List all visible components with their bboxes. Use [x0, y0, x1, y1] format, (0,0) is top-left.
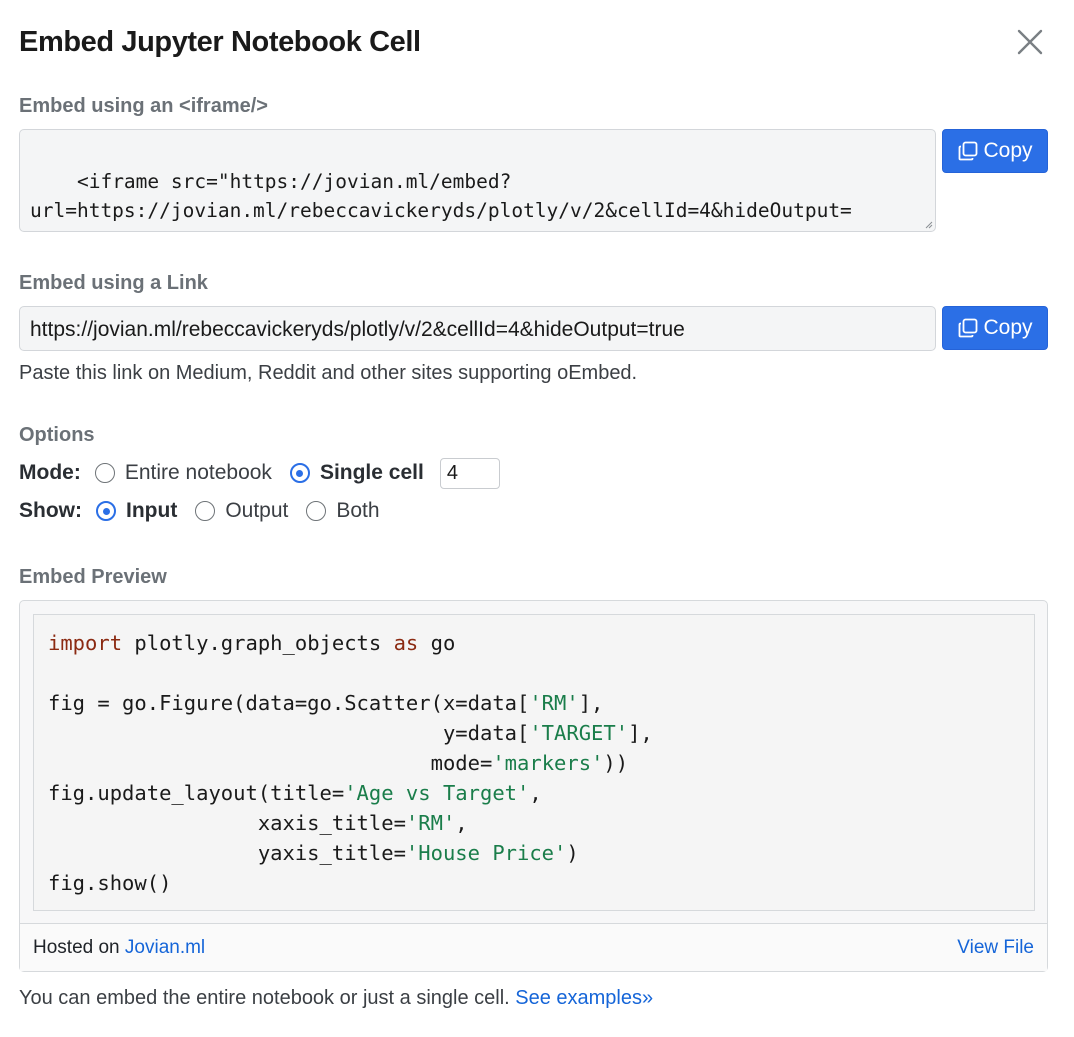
code-line: fig = go.Figure(data=go.Scatter(x=data['… — [48, 688, 1020, 718]
dialog-title: Embed Jupyter Notebook Cell — [19, 26, 421, 58]
copy-link-button[interactable]: Copy — [942, 306, 1048, 350]
code-keyword: as — [393, 631, 419, 655]
resize-grip-icon[interactable] — [923, 219, 933, 229]
code-string: 'Age vs Target' — [344, 781, 530, 805]
iframe-section-label: Embed using an <iframe/> — [19, 95, 268, 117]
show-row: Show: Input Output Both — [19, 496, 398, 526]
embed-dialog: Embed Jupyter Notebook Cell Embed using … — [0, 0, 1074, 1037]
code-text: plotly.graph_objects — [122, 631, 394, 655]
code-string: 'markers' — [492, 751, 604, 775]
link-help-text: Paste this link on Medium, Reddit and ot… — [19, 362, 638, 384]
code-line: mode='markers')) — [48, 748, 1020, 778]
cell-id-input[interactable] — [439, 457, 500, 489]
copy-link-label: Copy — [983, 316, 1033, 339]
code-text: )) — [603, 751, 629, 775]
iframe-code-textarea[interactable]: <iframe src="https://jovian.ml/embed? ur… — [19, 129, 936, 232]
preview-label: Embed Preview — [19, 566, 167, 588]
code-text: xaxis_title= — [48, 811, 406, 835]
show-label: Show: — [19, 499, 82, 522]
mode-entire-notebook-label[interactable]: Entire notebook — [125, 461, 272, 485]
embed-preview: import plotly.graph_objects as go fig = g… — [19, 600, 1048, 972]
code-text: , — [455, 811, 468, 835]
show-input-label[interactable]: Input — [126, 499, 177, 523]
code-text: fig.show() — [48, 871, 172, 895]
code-line: import plotly.graph_objects as go — [48, 628, 1020, 658]
copy-iframe-button[interactable]: Copy — [942, 129, 1048, 173]
code-keyword: import — [48, 631, 123, 655]
iframe-code-text: <iframe src="https://jovian.ml/embed? ur… — [30, 169, 852, 232]
mode-label: Mode: — [19, 461, 81, 484]
copy-icon — [959, 318, 978, 338]
code-string: 'RM' — [405, 811, 456, 835]
mode-row: Mode: Entire notebook Single cell — [19, 457, 500, 489]
show-both-label[interactable]: Both — [336, 499, 379, 523]
show-input-radio[interactable] — [96, 501, 116, 521]
close-button[interactable] — [1012, 24, 1048, 60]
code-text: fig.update_layout(title= — [48, 781, 345, 805]
code-line: y=data['TARGET'], — [48, 718, 1020, 748]
code-text: ) — [566, 841, 579, 865]
code-line: fig.update_layout(title='Age vs Target', — [48, 778, 1020, 808]
see-examples-link[interactable]: See examples» — [515, 987, 653, 1009]
code-text: ], — [578, 691, 604, 715]
show-output-label[interactable]: Output — [225, 499, 288, 523]
code-line: xaxis_title='RM', — [48, 808, 1020, 838]
copy-iframe-label: Copy — [983, 139, 1033, 162]
code-text: ], — [628, 721, 653, 745]
code-string: 'TARGET' — [529, 721, 629, 745]
preview-footer: Hosted on Jovian.ml View File — [20, 923, 1047, 971]
show-both-radio[interactable] — [306, 501, 327, 521]
code-string: 'House Price' — [405, 841, 567, 865]
hosted-on-text: Hosted on — [33, 936, 125, 958]
code-text: yaxis_title= — [48, 841, 406, 865]
mode-single-cell-radio[interactable] — [289, 463, 310, 483]
footer-text: You can embed the entire notebook or jus… — [19, 987, 653, 1010]
embed-link-input[interactable]: https://jovian.ml/rebeccavickeryds/plotl… — [19, 306, 936, 351]
code-text: mode= — [48, 751, 493, 775]
code-text: fig = go.Figure(data=go.Scatter(x=data[ — [48, 691, 530, 715]
jovian-link[interactable]: Jovian.ml — [125, 937, 205, 958]
code-text: y=data[ — [48, 721, 530, 745]
footer-description: You can embed the entire notebook or jus… — [19, 987, 516, 1009]
code-line: yaxis_title='House Price') — [48, 838, 1020, 868]
link-section-label: Embed using a Link — [19, 272, 208, 294]
view-file-link[interactable]: View File — [957, 937, 1034, 959]
code-text: go — [418, 631, 456, 655]
show-output-radio[interactable] — [195, 501, 216, 521]
preview-code-block: import plotly.graph_objects as go fig = g… — [33, 614, 1035, 911]
code-line: fig.show() — [48, 868, 1020, 898]
close-icon — [1017, 29, 1043, 55]
code-text: , — [529, 781, 542, 805]
mode-entire-notebook-radio[interactable] — [94, 463, 115, 483]
copy-icon — [959, 141, 978, 161]
options-label: Options — [19, 424, 95, 446]
mode-single-cell-label[interactable]: Single cell — [320, 461, 424, 485]
hosted-on: Hosted on Jovian.ml — [33, 937, 205, 959]
code-string: 'RM' — [529, 691, 579, 715]
